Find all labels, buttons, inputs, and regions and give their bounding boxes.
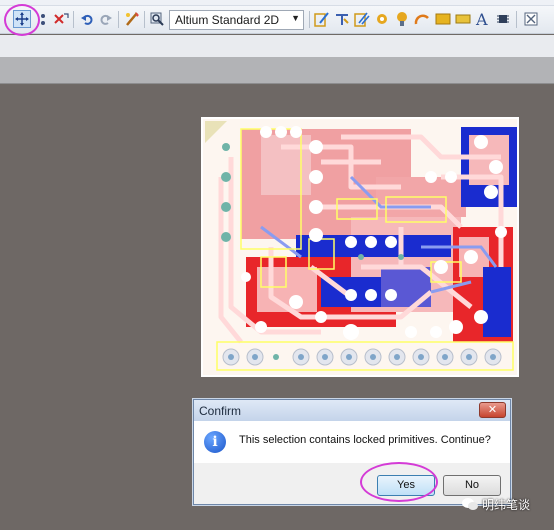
solid-region-icon[interactable] <box>454 10 472 28</box>
interactive-route-icon[interactable] <box>313 10 331 28</box>
route-icon[interactable] <box>123 10 141 28</box>
toolbar-separator <box>516 11 517 28</box>
redo-icon[interactable] <box>97 10 115 28</box>
chevron-down-icon[interactable]: ▼ <box>291 13 300 23</box>
undo-icon[interactable] <box>78 10 96 28</box>
confirm-dialog: Confirm ✕ i This selection contains lock… <box>193 399 511 505</box>
panel-strip <box>0 35 554 57</box>
zoom-icon[interactable] <box>148 10 166 28</box>
toolbar-separator <box>309 11 310 28</box>
svg-text:A: A <box>475 11 488 27</box>
multi-route-icon[interactable] <box>353 10 371 28</box>
cross-clear-icon[interactable] <box>52 10 70 28</box>
toolbar-separator <box>118 11 119 28</box>
wechat-icon <box>462 497 478 511</box>
highlight-ring-yes <box>360 462 438 502</box>
layer-select[interactable]: Altium Standard 2D ▼ <box>169 10 304 30</box>
via-icon[interactable] <box>373 10 391 28</box>
info-icon: i <box>204 431 226 453</box>
no-button[interactable]: No <box>443 475 501 496</box>
toolbar: Altium Standard 2D ▼ A <box>0 6 554 34</box>
dialog-body: i This selection contains locked primiti… <box>194 421 510 463</box>
pcb-board[interactable] <box>201 117 519 377</box>
string-icon[interactable]: A <box>474 10 492 28</box>
highlight-ring-move <box>4 4 40 36</box>
arc-icon[interactable] <box>413 10 431 28</box>
dialog-message: This selection contains locked primitive… <box>239 434 491 446</box>
dialog-title: Confirm <box>194 400 510 421</box>
cross-probe-icon[interactable] <box>522 10 540 28</box>
watermark-text: 明纬笔谈 <box>482 497 531 512</box>
close-icon[interactable]: ✕ <box>479 402 506 418</box>
toolbar-separator <box>73 11 74 28</box>
watermark: 明纬笔谈 <box>462 494 530 514</box>
component-icon[interactable] <box>494 10 512 28</box>
pad-icon[interactable] <box>393 10 411 28</box>
toolbar-separator <box>144 11 145 28</box>
fill-icon[interactable] <box>434 10 452 28</box>
layer-select-value: Altium Standard 2D <box>175 13 280 27</box>
document-tab-bar <box>0 57 554 84</box>
diff-pair-icon[interactable] <box>333 10 351 28</box>
